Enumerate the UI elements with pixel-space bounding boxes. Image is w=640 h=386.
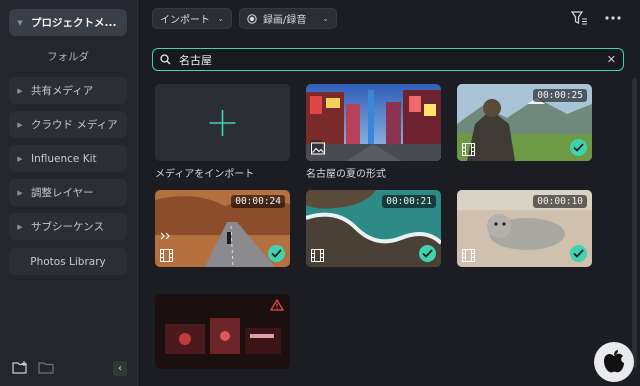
duration-badge: 00:00:25 [533, 89, 587, 102]
watermark-logo [594, 342, 634, 382]
caret-right-icon: ▶ [17, 222, 23, 231]
clear-search-icon[interactable]: ✕ [607, 53, 616, 66]
chevron-down-icon: ⌄ [217, 14, 224, 23]
sidebar-item-cloud-media[interactable]: ▶ クラウド メディア [9, 111, 127, 138]
sidebar-item-label: サブシーケンス [31, 221, 104, 233]
video-type-icon [462, 249, 475, 262]
sidebar-item-photos-library[interactable]: Photos Library [9, 248, 127, 275]
sidebar-item-project-media[interactable]: ▼ プロジェクトメ... [9, 9, 127, 36]
chevron-down-icon: ⌄ [322, 14, 329, 23]
caret-right-icon: ▶ [17, 86, 23, 95]
video-type-icon [311, 249, 324, 262]
media-caption: 名古屋の夏の形式 [306, 169, 386, 180]
folder-icon[interactable] [38, 360, 54, 374]
import-label: インポート [160, 15, 210, 26]
collapse-sidebar-button[interactable]: ‹ [113, 361, 127, 376]
sidebar: ▼ プロジェクトメ... フォルダ ▶ 共有メディア ▶ クラウド メディア ▶… [0, 0, 138, 386]
record-label: 録画/録音 [263, 15, 307, 26]
plus-icon [209, 110, 236, 136]
sidebar-item-label: Photos Library [30, 255, 106, 268]
sidebar-item-shared-media[interactable]: ▶ 共有メディア [9, 77, 127, 104]
media-thumbnail[interactable] [155, 294, 290, 369]
sidebar-item-label: プロジェクトメ... [31, 17, 117, 29]
sidebar-item-influence-kit[interactable]: ▶ Influence Kit [9, 145, 127, 172]
media-thumbnail[interactable]: 00:00:24 [155, 190, 290, 267]
caret-right-icon: ▶ [17, 154, 23, 163]
duration-badge: 00:00:21 [382, 195, 436, 208]
search-bar: ✕ [152, 48, 624, 71]
sidebar-item-adjustment-layer[interactable]: ▶ 調整レイヤー [9, 179, 127, 206]
search-icon [160, 54, 171, 65]
video-type-icon [462, 143, 475, 156]
sidebar-item-label: クラウド メディア [31, 119, 118, 131]
sidebar-item-subsequence[interactable]: ▶ サブシーケンス [9, 213, 127, 240]
media-thumbnail[interactable]: 00:00:10 [457, 190, 592, 267]
record-icon [247, 13, 257, 24]
media-thumbnail[interactable] [306, 84, 441, 161]
image-type-icon [311, 142, 325, 155]
checkmark-icon [570, 245, 587, 262]
transition-icon [160, 232, 170, 240]
media-thumbnail[interactable]: 00:00:21 [306, 190, 441, 267]
caret-right-icon: ▶ [17, 120, 23, 129]
caret-right-icon: ▶ [17, 188, 23, 197]
city-street-image [306, 84, 441, 161]
checkmark-icon [268, 245, 285, 262]
import-media-tile[interactable] [155, 84, 290, 161]
sidebar-item-label: Influence Kit [31, 152, 97, 165]
search-input[interactable] [179, 53, 579, 66]
import-dropdown[interactable]: インポート ⌄ [152, 8, 232, 29]
warning-icon [270, 299, 284, 311]
sidebar-item-folder[interactable]: フォルダ [9, 45, 127, 67]
duration-badge: 00:00:24 [231, 195, 285, 208]
sidebar-item-label: フォルダ [47, 50, 89, 63]
sidebar-item-label: 調整レイヤー [31, 187, 94, 199]
record-dropdown[interactable]: 録画/録音 ⌄ [239, 8, 337, 29]
checkmark-icon [570, 139, 587, 156]
video-type-icon [160, 249, 173, 262]
filter-icon[interactable] [569, 9, 589, 27]
more-options-icon[interactable] [603, 9, 623, 27]
sidebar-item-label: 共有メディア [31, 85, 94, 97]
scrollbar[interactable] [632, 78, 637, 368]
new-folder-icon[interactable] [12, 360, 28, 374]
checkmark-icon [419, 245, 436, 262]
caret-down-icon: ▼ [17, 18, 23, 27]
import-media-caption: メディアをインポート [155, 169, 255, 180]
chevron-left-icon: ‹ [118, 363, 122, 374]
media-thumbnail[interactable]: 00:00:25 [457, 84, 592, 161]
duration-badge: 00:00:10 [533, 195, 587, 208]
